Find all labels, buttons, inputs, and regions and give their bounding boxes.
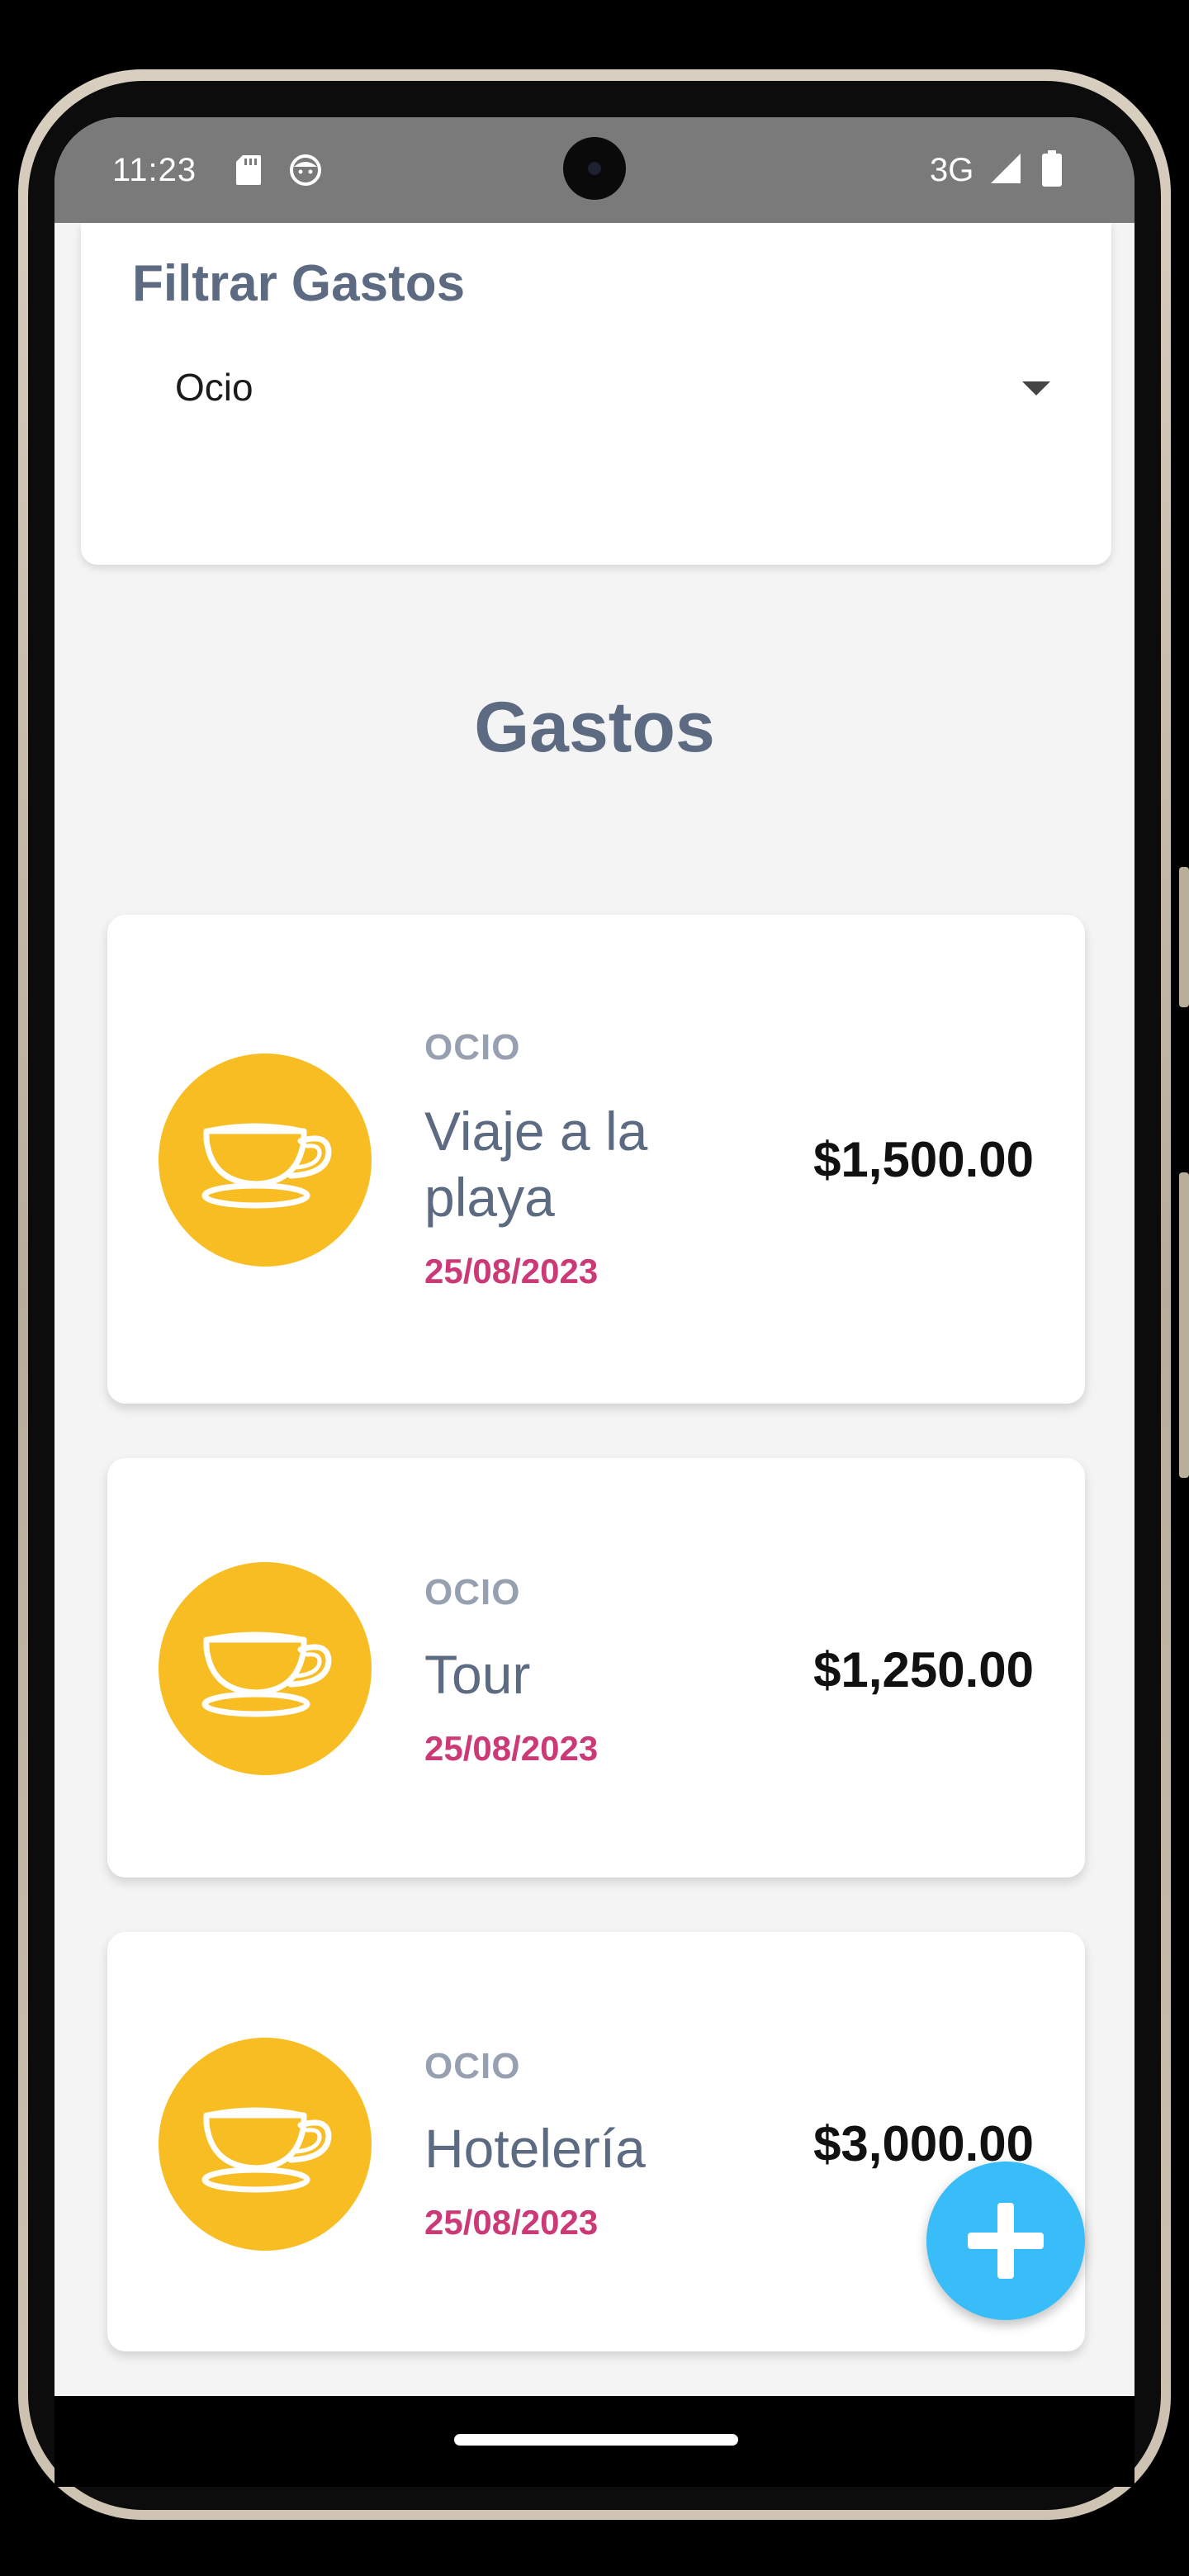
network-type: 3G	[930, 152, 974, 188]
filter-card: Filtrar Gastos Ocio	[81, 223, 1111, 565]
screen: 11:23 3G Filtrar Gastos Ocio Gastos OCIO…	[54, 117, 1135, 2396]
expense-amount: $1,250.00	[813, 1642, 1034, 1698]
power-button	[1179, 1172, 1189, 1478]
expense-category: OCIO	[424, 2046, 521, 2086]
chevron-down-icon	[1022, 381, 1050, 395]
expense-date: 25/08/2023	[424, 1729, 599, 1768]
expense-card[interactable]: OCIO Tour 25/08/2023 $1,250.00	[107, 1458, 1085, 1878]
teacup-icon	[159, 2038, 372, 2251]
status-bar: 11:23 3G	[54, 117, 1135, 223]
status-time: 11:23	[112, 152, 197, 188]
teacup-icon	[159, 1562, 372, 1775]
expense-category: OCIO	[424, 1027, 521, 1068]
expense-name: Tour	[424, 1644, 531, 1705]
section-title: Gastos	[474, 688, 715, 767]
expense-amount: $1,500.00	[813, 1132, 1034, 1187]
expense-card[interactable]: OCIO Viaje a la playa 25/08/2023 $1,500.…	[107, 915, 1085, 1404]
expense-date: 25/08/2023	[424, 1252, 599, 1290]
camera-lens	[588, 162, 601, 175]
expense-name: Hotelería	[424, 2118, 646, 2179]
category-filter-select[interactable]: Ocio	[132, 347, 1059, 426]
filter-title: Filtrar Gastos	[132, 255, 466, 312]
teacup-icon	[159, 1054, 372, 1267]
face-icon	[289, 154, 322, 191]
front-camera	[563, 137, 626, 200]
expense-category: OCIO	[424, 1572, 521, 1612]
battery-icon	[1042, 150, 1062, 191]
navigation-bar	[54, 2396, 1135, 2487]
expense-date: 25/08/2023	[424, 2203, 599, 2242]
filter-selected-value: Ocio	[175, 366, 253, 409]
sd-card-icon	[234, 154, 263, 191]
add-expense-button[interactable]	[926, 2162, 1085, 2320]
home-indicator[interactable]	[454, 2434, 738, 2446]
expense-card[interactable]: OCIO Hotelería 25/08/2023 $3,000.00	[107, 1932, 1085, 2351]
signal-icon	[989, 152, 1022, 189]
volume-button	[1179, 867, 1189, 1007]
expense-name: Viaje a la playa	[424, 1101, 648, 1228]
